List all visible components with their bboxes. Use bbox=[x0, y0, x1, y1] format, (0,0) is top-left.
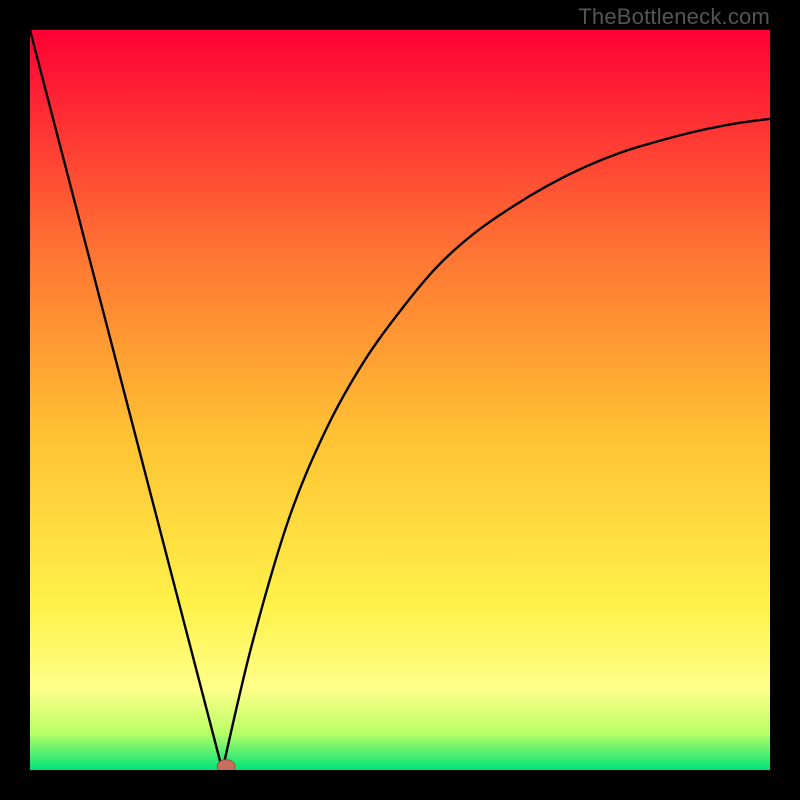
chart-frame: TheBottleneck.com bbox=[0, 0, 800, 800]
minimum-marker bbox=[217, 760, 235, 770]
chart-svg bbox=[30, 30, 770, 770]
watermark-text: TheBottleneck.com bbox=[578, 4, 770, 30]
plot-area bbox=[30, 30, 770, 770]
